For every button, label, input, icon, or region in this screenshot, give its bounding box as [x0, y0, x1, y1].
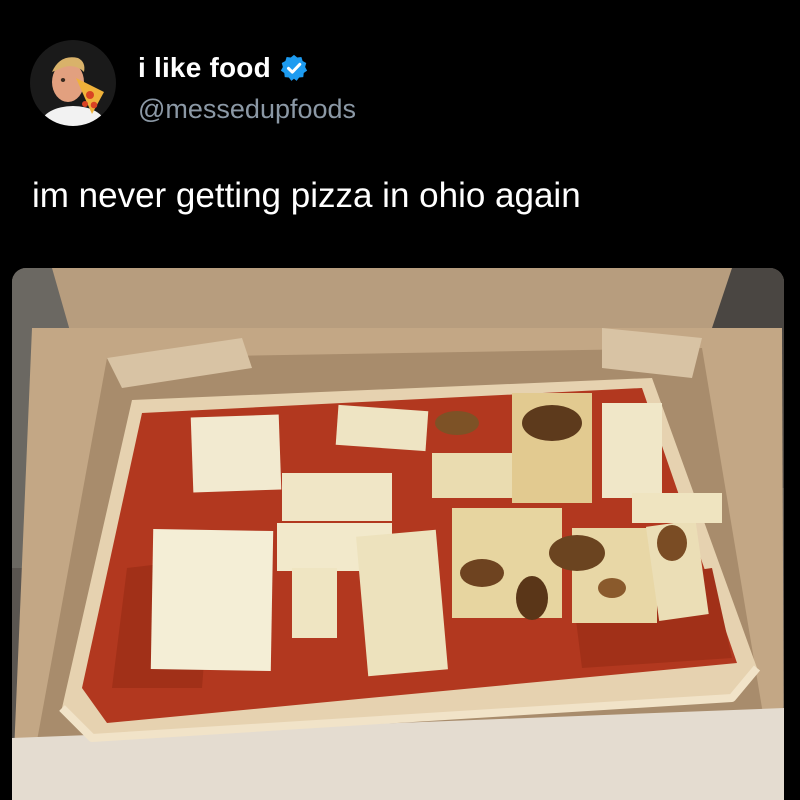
- author-name-row: i like food: [138, 50, 309, 86]
- avatar-icon: [30, 40, 116, 126]
- author-display-name[interactable]: i like food: [138, 52, 271, 84]
- pizza-photo-icon: [12, 268, 784, 800]
- tweet-media-photo[interactable]: [12, 268, 784, 800]
- tweet-text: im never getting pizza in ohio again: [32, 176, 581, 215]
- author-avatar[interactable]: [30, 40, 116, 126]
- author-handle[interactable]: @messedupfoods: [138, 94, 356, 125]
- verified-badge-icon: [279, 53, 309, 83]
